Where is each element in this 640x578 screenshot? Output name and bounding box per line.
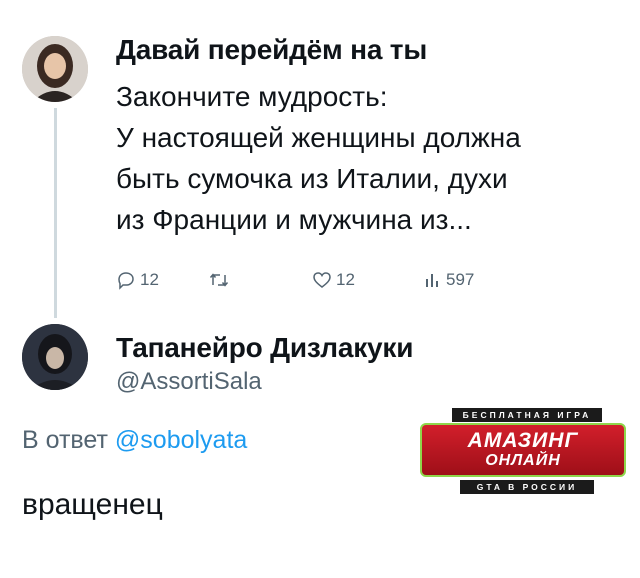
author-avatar[interactable] (22, 36, 88, 102)
tweet-line: Закончите мудрость: (116, 81, 388, 112)
tweet-actions: 12 12 597 (116, 270, 536, 298)
reply-count: 12 (140, 270, 159, 289)
tweet-text: Закончите мудрость: У настоящей женщины … (116, 76, 626, 240)
reply-icon (118, 272, 134, 290)
promo-title-line2: ОНЛАЙН (485, 452, 561, 469)
like-count: 12 (336, 270, 355, 289)
promo-badge: БЕСПЛАТНАЯ ИГРА АМАЗИНГ ОНЛАЙН GTA В РОС… (420, 408, 630, 496)
reply-text: вращенец (22, 488, 163, 521)
reply-author-name[interactable]: Тапанейро Дизлакуки (116, 332, 413, 364)
reply-button[interactable]: 12 (116, 270, 159, 290)
avatar-photo-icon (22, 36, 88, 102)
reply-to-mention-link[interactable]: @sobolyata (115, 426, 247, 454)
reply-author-handle[interactable]: @AssortiSala (116, 368, 262, 396)
thread-connector (54, 108, 57, 318)
tweet-line: быть сумочка из Италии, духи (116, 163, 508, 194)
reply-to-prefix: В ответ (22, 426, 108, 454)
retweet-icon (209, 273, 229, 287)
retweet-button[interactable] (208, 270, 234, 290)
bar-chart-icon (426, 274, 438, 287)
views-button[interactable]: 597 (424, 270, 474, 290)
view-count: 597 (446, 270, 475, 289)
tweet-line: У настоящей женщины должна (116, 122, 521, 153)
heart-icon (313, 272, 331, 288)
like-button[interactable]: 12 (312, 270, 355, 290)
author-name[interactable]: Давай перейдём на ты (116, 34, 427, 66)
promo-title-line1: АМАЗИНГ (467, 429, 579, 452)
reply-to-line: В ответ @sobolyata (22, 426, 247, 455)
promo-top-label: БЕСПЛАТНАЯ ИГРА (452, 408, 602, 422)
reply-author-avatar[interactable] (22, 324, 88, 390)
tweet-line: из Франции и мужчина из... (116, 204, 472, 235)
avatar-art-icon (22, 324, 88, 390)
promo-bottom-label: GTA В РОССИИ (460, 480, 594, 494)
promo-logo: АМАЗИНГ ОНЛАЙН (420, 423, 626, 477)
